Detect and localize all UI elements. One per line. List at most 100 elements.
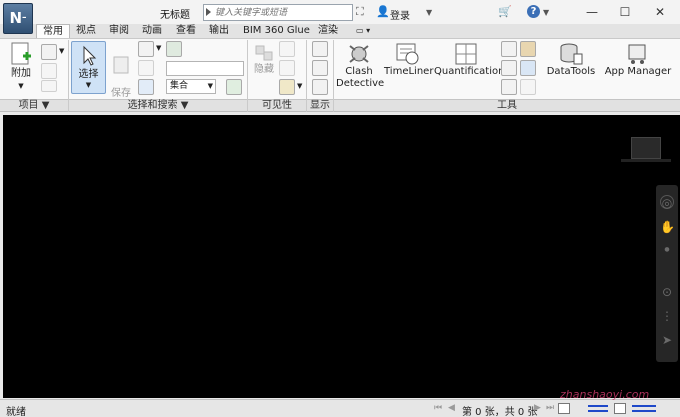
application-menu-button[interactable]: N– [3,3,33,34]
performance-indicator [588,405,608,412]
quick-properties-icon[interactable] [312,60,328,76]
select-tool-icon[interactable]: ➤ [660,333,674,347]
orbit-icon[interactable]: ⊙ [660,285,674,299]
walk-icon[interactable]: ⋮ [660,309,674,323]
ribbon-options-icon[interactable]: ▭ ▾ [356,26,378,36]
select-label: 选择 [78,69,99,80]
reset-all-icon[interactable] [41,63,57,79]
login-dropdown-icon[interactable]: ▼ [426,8,432,17]
quantification-label: Quantification [434,66,505,77]
append-icon [11,42,31,65]
hide-unselected-icon[interactable] [279,60,295,76]
first-sheet-icon[interactable]: ⏮ [434,403,442,413]
pan-icon[interactable]: ✋ [660,220,675,234]
select-all-dropdown-icon[interactable]: ▼ [156,44,161,52]
save-selection-icon [113,56,129,74]
last-sheet-icon[interactable]: ⏭ [546,403,554,413]
timeliner-button[interactable]: TimeLiner [384,42,434,78]
tab-view[interactable]: 查看 [170,24,202,38]
select-button[interactable]: 选择 ▼ [71,41,106,94]
tab-animation[interactable]: 动画 [136,24,168,38]
next-sheet-icon[interactable]: ▶ [534,403,541,413]
tab-output[interactable]: 输出 [203,24,235,38]
watermark-text: zhanshaoyi.com [560,388,650,401]
selection-tree-icon[interactable] [138,79,154,95]
web-server-indicator [632,405,656,412]
datatools-label: DataTools [546,66,596,77]
panel-select-search[interactable]: 选择和搜索 ▼ [69,100,247,112]
binoculars-icon[interactable]: ⛶ [356,5,364,19]
status-bar: 就绪 ⏮ ◀ 第 0 张，共 0 张 ▶ ⏭ [0,399,680,417]
memory-icon [614,403,626,414]
navigation-bar: ◎ ✋ ● ⊙ ⋮ ➤ [656,185,678,362]
timeliner-icon [396,43,419,65]
quantification-button[interactable]: Quantification [434,42,504,78]
refresh-dropdown-icon[interactable]: ▼ [59,47,64,55]
unhide-dropdown-icon[interactable]: ▼ [297,82,302,90]
nav-dropdown-icon[interactable]: ● [660,243,674,257]
search-input[interactable] [215,6,349,19]
select-cursor-icon [83,45,96,66]
sheet-count: 第 0 张，共 0 张 [462,407,538,417]
search-expand-icon[interactable] [206,8,211,16]
status-text: 就绪 [6,407,26,417]
links-icon[interactable] [312,41,328,57]
title-bar: N– 无标题 ⛶ 👤 登录 ▼ 🛒 ? ▼ — ☐ ✕ [0,0,680,34]
steering-wheel-icon[interactable]: ◎ [660,195,674,210]
quick-find-input[interactable] [166,61,244,76]
autodesk-rendering-icon[interactable] [501,41,517,57]
compare-icon[interactable] [520,79,536,95]
cart-icon[interactable]: 🛒 [498,5,512,18]
help-dropdown-icon[interactable]: ▼ [543,8,549,17]
app-manager-button[interactable]: App Manager [602,42,674,78]
refresh-icon[interactable] [41,44,57,60]
3d-viewport[interactable]: ◎ ✋ ● ⊙ ⋮ ➤ [3,115,680,398]
file-options-icon[interactable] [41,80,57,92]
hide-icon [255,45,273,61]
datatools-icon [560,43,583,65]
prev-sheet-icon[interactable]: ◀ [448,403,455,413]
clash-detective-button[interactable]: Clash Detective [336,42,384,90]
app-manager-label: App Manager [604,66,672,77]
hide-button[interactable]: 隐藏 [251,42,277,76]
batch-utility-icon[interactable] [501,79,517,95]
tab-viewpoint[interactable]: 视点 [70,24,102,38]
window-title: 无标题 [160,10,190,21]
append-button[interactable]: 附加 ▼ [6,42,36,92]
maximize-button[interactable]: ☐ [611,3,639,21]
tab-review[interactable]: 审阅 [103,24,135,38]
appearance-profiler-icon[interactable] [520,60,536,76]
viewcube-compass[interactable] [621,159,671,162]
viewcube[interactable] [631,137,661,159]
tab-bim360-glue[interactable]: BIM 360 Glue [237,24,316,38]
append-label: 附加 [11,68,31,79]
hide-label: 隐藏 [254,64,274,75]
app-manager-icon [628,44,646,64]
panel-separator [306,40,307,112]
panel-display: 显示 [310,100,330,111]
close-button[interactable]: ✕ [646,3,674,21]
sets-combo[interactable]: 集合 ▼ [166,79,216,94]
select-same-icon[interactable] [138,60,154,76]
scripter-icon[interactable] [501,60,517,76]
panel-project[interactable]: 项目 ▼ [0,100,68,112]
sheet-browser-icon[interactable] [558,403,570,414]
properties-icon[interactable] [312,79,328,95]
minimize-button[interactable]: — [578,3,606,21]
animator-icon[interactable] [520,41,536,57]
find-items-icon[interactable] [166,41,182,57]
require-icon[interactable] [279,41,295,57]
datatools-button[interactable]: DataTools [546,42,596,78]
ribbon-panel-bar: 项目 ▼ 选择和搜索 ▼ 可见性 显示 工具 [0,99,680,112]
select-all-icon[interactable] [138,41,154,57]
login-link[interactable]: 登录 [390,7,410,22]
panel-tools: 工具 [497,100,517,111]
search-box[interactable] [203,4,353,21]
help-icon[interactable]: ? [527,5,540,18]
timeliner-label: TimeLiner [384,66,434,77]
manage-sets-icon[interactable] [226,79,242,95]
tab-render[interactable]: 渲染 [312,24,344,38]
user-icon[interactable]: 👤 [376,5,390,18]
tab-home[interactable]: 常用 [36,24,70,38]
unhide-all-icon[interactable] [279,79,295,95]
